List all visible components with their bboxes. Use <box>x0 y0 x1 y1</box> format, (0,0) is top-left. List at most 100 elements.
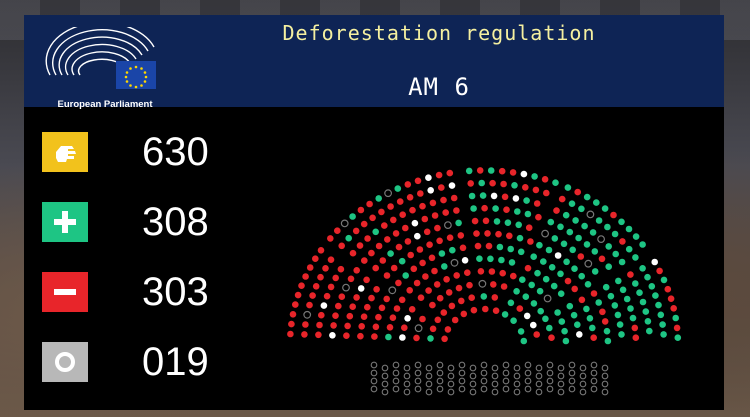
seat <box>523 312 531 320</box>
seat <box>578 272 585 280</box>
seat <box>372 323 380 331</box>
seat <box>425 174 432 181</box>
seat <box>455 219 462 227</box>
seat <box>636 289 643 296</box>
seat <box>435 171 443 179</box>
seat <box>421 215 429 223</box>
seat <box>334 227 341 234</box>
seat <box>557 372 565 380</box>
seat <box>338 293 346 300</box>
seat <box>496 243 504 251</box>
seat <box>459 244 467 252</box>
seat <box>660 331 667 338</box>
seat <box>360 313 368 320</box>
seat <box>451 316 459 324</box>
seat <box>639 241 646 248</box>
seat <box>535 372 543 380</box>
seat <box>383 272 391 279</box>
seat <box>368 294 375 302</box>
seat <box>469 364 477 372</box>
seat <box>372 228 379 236</box>
circle-icon <box>42 342 88 382</box>
seat <box>581 222 588 230</box>
seat <box>584 281 592 288</box>
seat <box>480 385 488 393</box>
seat <box>411 219 419 227</box>
seat <box>489 179 496 187</box>
seat <box>414 361 422 369</box>
seat <box>590 334 597 341</box>
seat <box>570 311 578 319</box>
seat <box>364 303 371 311</box>
seat <box>381 364 389 372</box>
seat <box>345 234 352 242</box>
seat <box>403 372 411 380</box>
seat <box>578 205 585 213</box>
seat <box>422 273 429 280</box>
seat <box>625 225 633 233</box>
seat <box>566 228 574 236</box>
seat <box>564 277 572 285</box>
seat <box>473 230 480 237</box>
seat <box>393 305 401 312</box>
seat <box>318 311 325 319</box>
seat <box>414 232 421 240</box>
seat <box>332 274 339 282</box>
seat <box>577 253 585 260</box>
seat <box>478 179 485 187</box>
seat <box>443 221 452 229</box>
logo-label: European Parliament <box>57 99 153 110</box>
seat <box>442 209 449 216</box>
seat <box>602 283 610 291</box>
seat <box>524 264 532 272</box>
seat <box>312 283 320 290</box>
seat <box>455 284 463 292</box>
seat <box>509 169 517 176</box>
seat <box>322 265 329 272</box>
seat <box>558 318 566 325</box>
seat <box>536 287 544 295</box>
seat <box>586 210 595 219</box>
seat <box>399 211 406 218</box>
seat <box>601 388 609 396</box>
seat <box>557 290 565 297</box>
seat <box>657 311 665 319</box>
seat <box>384 189 393 198</box>
seat <box>528 281 535 289</box>
seat <box>381 372 389 380</box>
seat <box>470 205 477 212</box>
seat <box>375 242 383 250</box>
seat <box>639 298 647 306</box>
seat <box>316 321 323 329</box>
seat <box>543 294 552 303</box>
seat <box>428 254 436 262</box>
seat <box>343 332 350 339</box>
seat <box>576 331 583 338</box>
abstain-count-row: 019 <box>42 338 262 386</box>
seat <box>414 177 422 185</box>
seat <box>523 197 530 204</box>
seat <box>584 259 593 268</box>
seat <box>517 328 525 335</box>
seat <box>482 305 489 313</box>
against-count-row: 303 <box>42 268 262 316</box>
seat <box>591 248 599 255</box>
seat <box>384 236 391 243</box>
seat <box>375 195 382 202</box>
seat <box>536 241 543 249</box>
seat <box>571 285 578 293</box>
seat <box>347 275 355 283</box>
seat <box>524 361 532 369</box>
seat <box>436 385 444 393</box>
seat <box>479 192 487 199</box>
seat <box>419 259 426 267</box>
seat <box>623 295 631 303</box>
seat <box>446 234 454 241</box>
seat <box>655 301 662 309</box>
seat <box>464 269 471 276</box>
seat <box>611 302 619 309</box>
seat <box>514 208 521 215</box>
seat <box>513 364 521 372</box>
seat <box>458 361 466 369</box>
seat <box>317 247 325 254</box>
